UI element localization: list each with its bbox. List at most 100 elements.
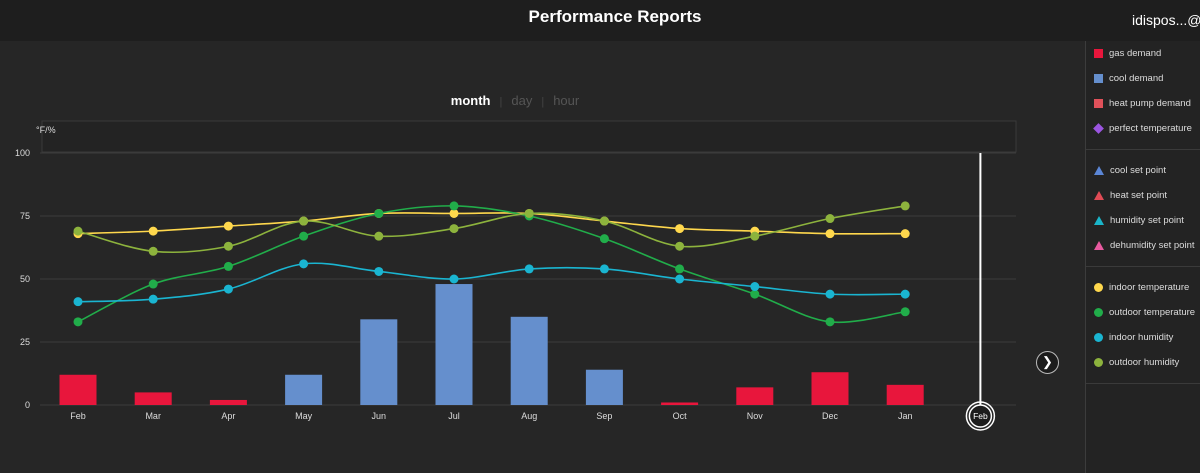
performance-chart: 0 25 50 75 100 °F/% Feb Mar Apr May Jun Jul Aug Sep… xyxy=(15,120,1017,431)
legend-item-gas-demand[interactable]: gas demand xyxy=(1086,41,1200,66)
point-indoor-temperature xyxy=(223,221,233,231)
point-indoor-temperature xyxy=(825,229,835,239)
point-outdoor-humidity xyxy=(524,208,534,218)
bar-gas-demand xyxy=(886,384,924,405)
bar-series xyxy=(59,284,924,405)
x-tick-label: Mar xyxy=(145,411,161,421)
legend-label: cool set point xyxy=(1110,165,1166,176)
point-indoor-humidity xyxy=(374,266,384,276)
x-tick-label: Feb xyxy=(70,411,86,421)
user-account[interactable]: idispos...@g xyxy=(1132,12,1200,28)
legend-label: humidity set point xyxy=(1110,215,1184,226)
x-tick-label: Dec xyxy=(822,411,839,421)
legend-item-outdoor-humidity[interactable]: outdoor humidity xyxy=(1086,350,1200,375)
point-indoor-humidity xyxy=(148,294,158,304)
legend-label: perfect temperature xyxy=(1109,123,1192,134)
point-indoor-temperature xyxy=(148,226,158,236)
bar-cool-demand xyxy=(435,284,473,405)
x-tick-label: Jan xyxy=(898,411,913,421)
bar-gas-demand xyxy=(59,374,97,405)
point-indoor-humidity xyxy=(900,289,910,299)
circle-icon xyxy=(1094,308,1103,317)
legend-item-perfect-temperature[interactable]: perfect temperature xyxy=(1086,116,1200,141)
point-outdoor-temperature xyxy=(599,234,609,244)
point-outdoor-humidity xyxy=(374,231,384,241)
chart-legend: gas demand cool demand heat pump demand per… xyxy=(1085,41,1200,473)
bar-gas-demand xyxy=(209,399,247,405)
legend-item-cool-demand[interactable]: cool demand xyxy=(1086,66,1200,91)
legend-item-heat-pump-demand[interactable]: heat pump demand xyxy=(1086,91,1200,116)
point-indoor-humidity xyxy=(299,259,309,269)
bar-gas-demand xyxy=(134,392,172,405)
y-tick-label: 0 xyxy=(25,400,30,410)
triangle-icon xyxy=(1094,216,1104,225)
line-series xyxy=(73,201,910,327)
legend-label: heat pump demand xyxy=(1109,98,1191,109)
bar-cool-demand xyxy=(360,319,398,405)
legend-item-heat-set-point[interactable]: heat set point xyxy=(1086,183,1200,208)
bar-gas-demand xyxy=(661,402,699,405)
next-period-button[interactable]: ❯ xyxy=(1036,351,1059,374)
point-outdoor-temperature xyxy=(900,307,910,317)
point-indoor-humidity xyxy=(599,264,609,274)
triangle-icon xyxy=(1094,191,1104,200)
legend-label: outdoor humidity xyxy=(1109,357,1180,368)
bar-cool-demand xyxy=(585,369,623,405)
legend-item-indoor-temperature[interactable]: indoor temperature xyxy=(1086,275,1200,300)
point-outdoor-temperature xyxy=(148,279,158,289)
triangle-icon xyxy=(1094,166,1104,175)
point-indoor-humidity xyxy=(825,289,835,299)
legend-group: indoor temperature outdoor temperature ind… xyxy=(1086,267,1200,384)
point-outdoor-humidity xyxy=(599,216,609,226)
point-outdoor-humidity xyxy=(223,241,233,251)
point-outdoor-humidity xyxy=(148,246,158,256)
diamond-icon xyxy=(1093,123,1104,134)
legend-label: heat set point xyxy=(1110,190,1168,201)
point-indoor-humidity xyxy=(675,274,685,284)
point-indoor-humidity xyxy=(73,297,83,307)
legend-item-cool-set-point[interactable]: cool set point xyxy=(1086,158,1200,183)
legend-label: dehumidity set point xyxy=(1110,240,1195,251)
point-outdoor-humidity xyxy=(900,201,910,211)
circle-icon xyxy=(1094,283,1103,292)
legend-label: indoor humidity xyxy=(1109,332,1174,343)
point-outdoor-humidity xyxy=(299,216,309,226)
circle-icon xyxy=(1094,333,1103,342)
square-icon xyxy=(1094,74,1103,83)
point-outdoor-humidity xyxy=(449,224,459,234)
point-outdoor-humidity xyxy=(750,231,760,241)
point-outdoor-temperature xyxy=(73,317,83,327)
bar-cool-demand xyxy=(510,316,548,405)
y-tick-label: 75 xyxy=(20,211,30,221)
y-axis-label: °F/% xyxy=(36,125,56,135)
x-tick-label: Oct xyxy=(673,411,688,421)
chart-header-strip xyxy=(41,120,1017,153)
legend-item-humidity-set-point[interactable]: humidity set point xyxy=(1086,208,1200,233)
point-outdoor-humidity xyxy=(825,214,835,224)
legend-item-indoor-humidity[interactable]: indoor humidity xyxy=(1086,325,1200,350)
x-tick-label: May xyxy=(295,411,313,421)
point-outdoor-temperature xyxy=(223,261,233,271)
bar-gas-demand xyxy=(736,387,774,405)
x-axis: Feb Mar Apr May Jun Jul Aug Sep Oct Nov Dec Jan xyxy=(70,411,912,421)
point-outdoor-temperature xyxy=(299,231,309,241)
point-outdoor-temperature xyxy=(374,208,384,218)
y-tick-label: 50 xyxy=(20,274,30,284)
square-icon xyxy=(1094,99,1103,108)
point-indoor-temperature xyxy=(900,229,910,239)
legend-label: outdoor temperature xyxy=(1109,307,1196,318)
x-tick-label: Jul xyxy=(448,411,460,421)
chevron-right-icon: ❯ xyxy=(1042,354,1053,369)
current-month-marker[interactable]: Feb xyxy=(965,153,996,431)
line-outdoor-temperature xyxy=(77,205,906,324)
y-tick-label: 25 xyxy=(20,337,30,347)
bar-gas-demand xyxy=(811,372,849,405)
legend-label: gas demand xyxy=(1109,48,1162,59)
legend-label: indoor temperature xyxy=(1109,282,1190,293)
point-outdoor-temperature xyxy=(675,264,685,274)
point-outdoor-humidity xyxy=(73,226,83,236)
point-indoor-humidity xyxy=(750,282,760,292)
triangle-icon xyxy=(1094,241,1104,250)
legend-item-dehumidity-set-point[interactable]: dehumidity set point xyxy=(1086,233,1200,258)
legend-item-outdoor-temperature[interactable]: outdoor temperature xyxy=(1086,300,1200,325)
